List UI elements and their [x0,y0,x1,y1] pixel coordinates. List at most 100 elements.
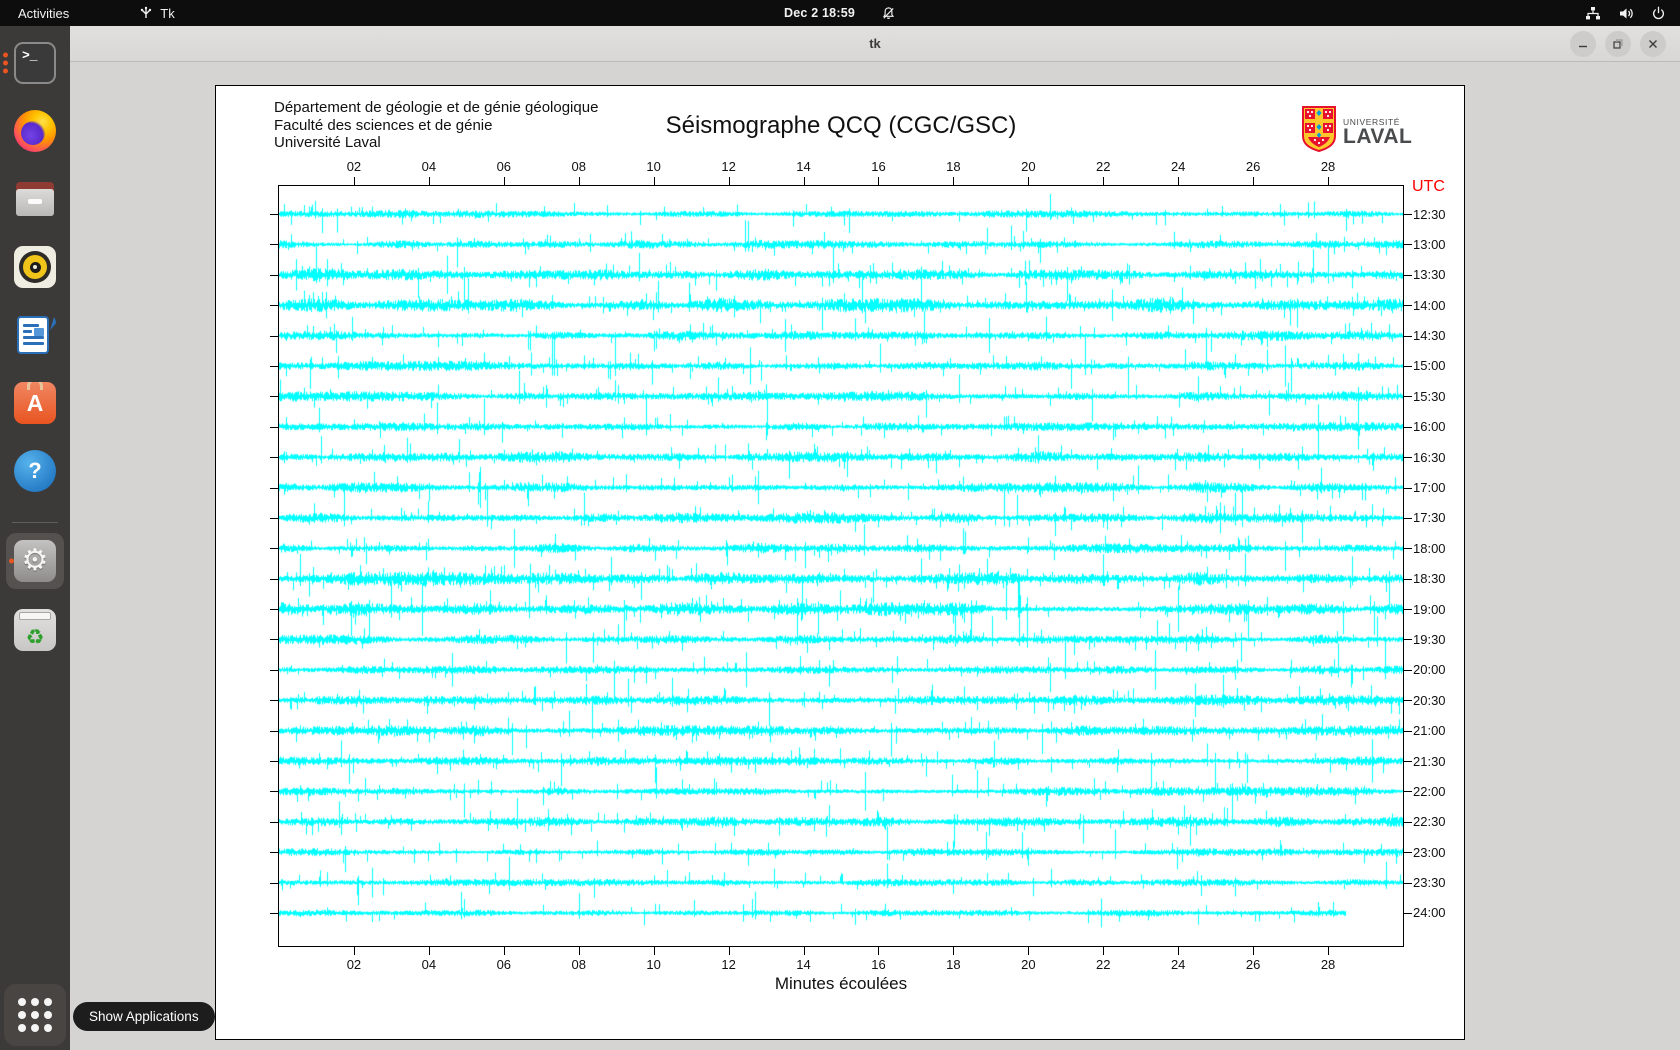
row-tick-left [270,852,278,853]
row-tick-right [1404,883,1412,884]
row-tick-left [270,548,278,549]
utc-tick-label: 14:00 [1413,298,1446,313]
dock-separator [12,522,58,523]
row-tick-right [1404,700,1412,701]
dock-item-firefox[interactable] [0,110,70,152]
network-icon [1585,6,1601,21]
x-tick-top [953,177,954,185]
seismograph-panel: Département de géologie et de génie géol… [215,85,1465,1040]
tk-app-indicator[interactable]: Tk [139,6,174,21]
row-tick-left [270,670,278,671]
x-tick-top [429,177,430,185]
x-tick-label-top: 06 [497,159,511,174]
x-tick-label-top: 18 [946,159,960,174]
utc-tick-label: 13:00 [1413,237,1446,252]
x-tick-label-bottom: 18 [946,957,960,972]
row-tick-right [1404,275,1412,276]
activities-button[interactable]: Activities [0,0,87,26]
x-tick-bottom [579,947,580,955]
x-tick-bottom [1178,947,1179,955]
x-tick-top [579,177,580,185]
row-tick-right [1404,396,1412,397]
help-icon: ? [14,450,56,492]
x-tick-top [1028,177,1029,185]
top-bar: Activities Tk Dec 2 18:59 [0,0,1680,26]
row-tick-right [1404,791,1412,792]
row-tick-left [270,761,278,762]
minimize-button[interactable] [1570,31,1596,57]
utc-axis-label: UTC [1412,178,1445,196]
utc-tick-label: 20:30 [1413,693,1446,708]
dock-item-trash[interactable]: ♻ [0,609,70,651]
row-tick-right [1404,731,1412,732]
utc-tick-label: 16:00 [1413,419,1446,434]
utc-tick-label: 19:30 [1413,632,1446,647]
x-tick-label-top: 24 [1171,159,1185,174]
utc-tick-label: 12:30 [1413,207,1446,222]
show-applications-button[interactable] [4,984,66,1046]
dock-item-libreoffice-writer[interactable] [0,314,70,356]
utc-tick-label: 20:00 [1413,662,1446,677]
x-tick-bottom [504,947,505,955]
row-tick-right [1404,305,1412,306]
x-tick-label-bottom: 02 [347,957,361,972]
maximize-button[interactable] [1605,31,1631,57]
row-tick-left [270,336,278,337]
settings-gear-icon: ⚙ [14,540,56,582]
close-button[interactable] [1640,31,1666,57]
row-tick-right [1404,336,1412,337]
files-icon [14,178,56,220]
dock-item-settings[interactable]: ⚙ [6,533,64,589]
row-tick-right [1404,609,1412,610]
row-tick-right [1404,457,1412,458]
system-status-area[interactable] [1585,6,1666,21]
window-title: tk [869,36,881,51]
dock-item-rhythmbox[interactable] [0,246,70,288]
x-tick-label-bottom: 20 [1021,957,1035,972]
x-tick-label-bottom: 16 [871,957,885,972]
rhythmbox-icon [14,246,56,288]
libreoffice-writer-icon [14,314,56,356]
utc-tick-label: 15:30 [1413,389,1446,404]
row-tick-left [270,275,278,276]
x-tick-top [729,177,730,185]
row-tick-left [270,457,278,458]
x-tick-label-bottom: 12 [721,957,735,972]
row-tick-right [1404,852,1412,853]
row-tick-left [270,518,278,519]
x-tick-bottom [729,947,730,955]
x-tick-label-top: 28 [1321,159,1335,174]
x-tick-bottom [354,947,355,955]
row-tick-right [1404,639,1412,640]
window-titlebar[interactable]: tk [70,26,1680,62]
utc-tick-label: 23:30 [1413,875,1446,890]
row-tick-right [1404,670,1412,671]
clock-menu[interactable]: Dec 2 18:59 [784,6,896,21]
x-tick-label-top: 12 [721,159,735,174]
x-tick-bottom [953,947,954,955]
x-tick-top [1328,177,1329,185]
x-tick-bottom [1028,947,1029,955]
row-tick-left [270,913,278,914]
terminal-icon: >_ [14,42,56,84]
x-tick-label-bottom: 04 [422,957,436,972]
power-icon [1651,6,1666,21]
row-tick-right [1404,548,1412,549]
row-tick-right [1404,366,1412,367]
x-tick-label-top: 20 [1021,159,1035,174]
dock-item-terminal[interactable]: >_ [0,42,70,84]
x-tick-label-top: 14 [796,159,810,174]
trash-icon: ♻ [14,609,56,651]
dock-item-files[interactable] [0,178,70,220]
dock-item-help[interactable]: ? [0,450,70,492]
x-tick-bottom [1253,947,1254,955]
seismogram-plot [278,185,1404,947]
row-tick-right [1404,518,1412,519]
row-tick-right [1404,427,1412,428]
x-axis-title: Minutes écoulées [216,974,1466,994]
dock-item-ubuntu-software[interactable]: A [0,382,70,424]
utc-tick-label: 17:00 [1413,480,1446,495]
row-tick-right [1404,761,1412,762]
utc-tick-label: 23:00 [1413,845,1446,860]
x-tick-top [504,177,505,185]
